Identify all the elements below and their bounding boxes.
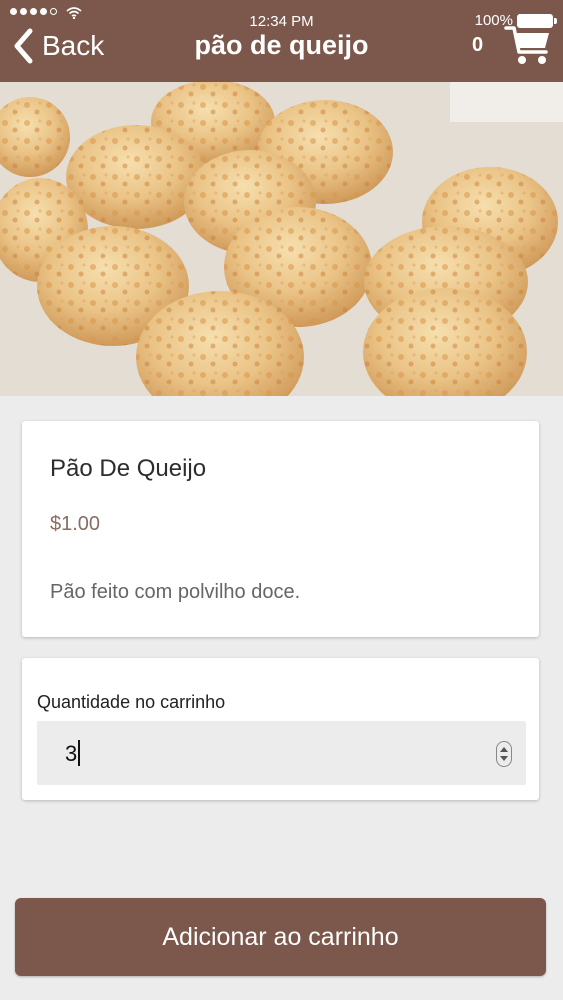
add-to-cart-button[interactable]: Adicionar ao carrinho bbox=[15, 898, 546, 976]
back-label: Back bbox=[42, 30, 105, 61]
cart-count-badge: 0 bbox=[472, 34, 484, 56]
product-card: Pão De Queijo $1.00 Pão feito com polvil… bbox=[22, 421, 539, 637]
quantity-input[interactable]: 3 bbox=[37, 721, 526, 785]
quantity-value: 3 bbox=[65, 741, 78, 766]
chevron-left-icon bbox=[14, 28, 33, 64]
cheese-bread-photo bbox=[0, 82, 563, 396]
product-description: Pão feito com polvilho doce. bbox=[50, 581, 301, 603]
back-button[interactable]: Back bbox=[12, 26, 104, 66]
product-image bbox=[0, 82, 563, 396]
app-header: 12:34 PM 100% Back pão de queijo 0 bbox=[0, 0, 563, 82]
shopping-cart-icon bbox=[504, 26, 549, 64]
text-caret bbox=[78, 740, 80, 766]
product-name: Pão De Queijo bbox=[50, 455, 207, 482]
number-stepper-icon[interactable] bbox=[496, 741, 512, 767]
product-price: $1.00 bbox=[50, 513, 101, 535]
quantity-label: Quantidade no carrinho bbox=[37, 692, 226, 712]
cart-button[interactable] bbox=[504, 22, 552, 68]
quantity-card: Quantidade no carrinho 3 bbox=[22, 658, 539, 800]
